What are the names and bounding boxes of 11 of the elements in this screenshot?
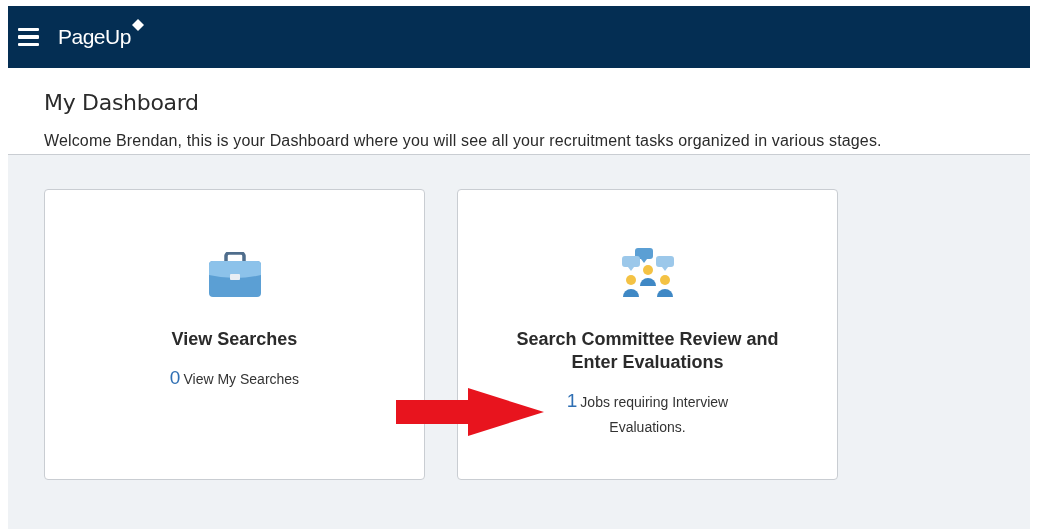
card-title: View Searches — [171, 328, 298, 351]
diamond-icon — [131, 19, 144, 31]
welcome-text: Welcome Brendan, this is your Dashboard where you will see all your recruitment tasks organized in various stages. — [44, 132, 883, 150]
people-chat-icon — [621, 246, 674, 298]
card-title: Search Committee Review and Enter Evaluations — [515, 328, 780, 374]
page-title: My Dashboard — [44, 90, 200, 115]
briefcase-icon — [207, 252, 262, 298]
logo-text: PageUp — [58, 25, 131, 49]
card-link-text[interactable]: 0 View My Searches — [169, 365, 300, 392]
menu-icon[interactable] — [18, 27, 39, 47]
card-link-text[interactable]: 1 Jobs requiring Interview Evaluations. — [537, 388, 758, 440]
